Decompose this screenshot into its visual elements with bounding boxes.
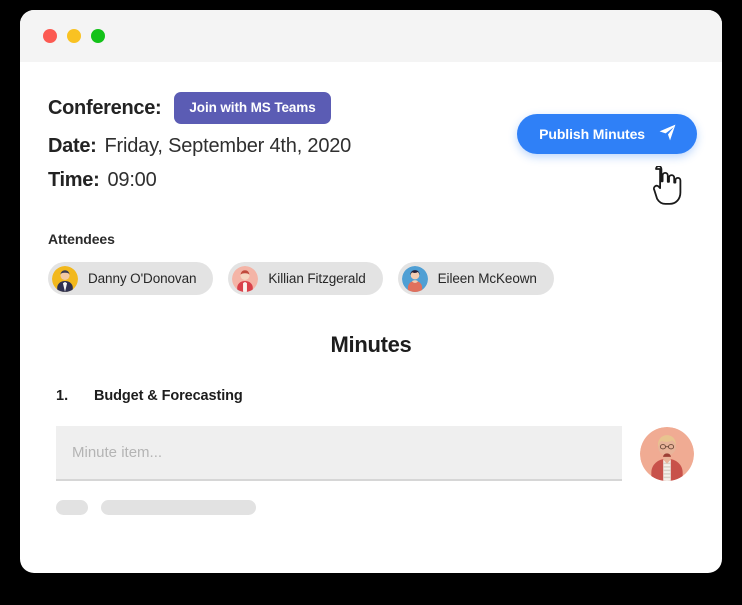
minutes-heading: Minutes: [330, 332, 412, 357]
attendees-list: Danny O'Donovan Killian Fitzgerald Eilee…: [48, 262, 694, 295]
paper-plane-icon: [658, 123, 677, 145]
attendee-name: Eileen McKeown: [437, 271, 537, 286]
avatar: [52, 265, 78, 292]
skeleton-block-large: [101, 500, 256, 515]
time-row: Time: 09:00: [48, 169, 694, 192]
attendee-chip[interactable]: Eileen McKeown: [397, 262, 554, 295]
minimize-button[interactable]: [67, 29, 81, 43]
attendee-name: Killian Fitzgerald: [268, 271, 366, 286]
time-label: Time:: [48, 169, 100, 191]
attendees-heading: Attendees: [48, 231, 115, 247]
attendee-name: Danny O'Donovan: [88, 271, 197, 286]
publish-minutes-button[interactable]: Publish Minutes: [517, 114, 697, 154]
attendee-chip[interactable]: Killian Fitzgerald: [228, 262, 383, 295]
window-content: Conference: Join with MS Teams Date: Fri…: [20, 62, 722, 573]
minute-composer: [48, 426, 694, 481]
skeleton-block-small: [56, 500, 88, 515]
window-titlebar: [20, 10, 722, 62]
time-value: 09:00: [107, 169, 157, 191]
agenda-item-number: 1.: [56, 388, 69, 404]
publish-minutes-label: Publish Minutes: [539, 126, 645, 142]
app-window: Conference: Join with MS Teams Date: Fri…: [20, 10, 722, 573]
join-ms-teams-button[interactable]: Join with MS Teams: [174, 92, 331, 124]
date-label: Date:: [48, 135, 97, 157]
close-button[interactable]: [43, 29, 57, 43]
loading-skeleton: [48, 500, 694, 515]
date-value: Friday, September 4th, 2020: [104, 135, 352, 157]
conference-label: Conference:: [48, 96, 162, 119]
avatar: [232, 265, 259, 292]
minute-item-input[interactable]: [56, 426, 622, 481]
composer-avatar: [640, 426, 694, 481]
avatar: [401, 265, 428, 292]
agenda-item: 1. Budget & Forecasting: [48, 388, 694, 404]
attendee-chip[interactable]: Danny O'Donovan: [48, 262, 214, 295]
maximize-button[interactable]: [91, 29, 105, 43]
agenda-item-title: Budget & Forecasting: [94, 388, 243, 404]
